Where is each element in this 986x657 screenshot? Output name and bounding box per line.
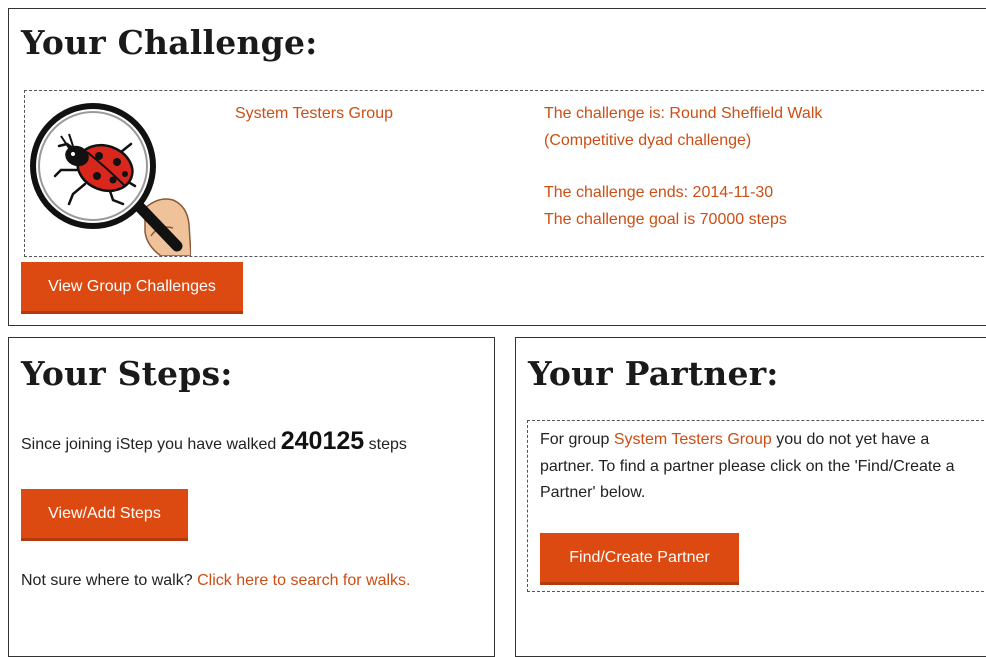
partner-panel: Your Partner: For group System Testers G… bbox=[515, 337, 986, 657]
challenge-ends-line: The challenge ends: 2014-11-30 bbox=[544, 184, 774, 201]
partner-group-link[interactable]: System Testers Group bbox=[614, 431, 772, 448]
steps-panel: Your Steps: Since joining iStep you have… bbox=[8, 337, 495, 657]
partner-text-before: For group bbox=[540, 431, 610, 448]
challenge-group-name[interactable]: System Testers Group bbox=[235, 101, 393, 127]
walk-search-line: Not sure where to walk? Click here to se… bbox=[21, 568, 411, 594]
walk-search-link[interactable]: Click here to search for walks. bbox=[197, 572, 410, 589]
challenge-heading: Your Challenge: bbox=[21, 23, 318, 62]
steps-summary: Since joining iStep you have walked 2401… bbox=[21, 428, 407, 458]
steps-prefix: Since joining iStep you have walked bbox=[21, 436, 277, 453]
challenge-type-line: (Competitive dyad challenge) bbox=[544, 132, 752, 149]
partner-message: For group System Testers Group you do no… bbox=[540, 427, 980, 507]
challenge-panel: Your Challenge: System Testers Group The… bbox=[8, 8, 986, 326]
challenge-details-box: System Testers Group The challenge is: R… bbox=[24, 90, 986, 257]
view-group-challenges-button[interactable]: View Group Challenges bbox=[21, 262, 243, 314]
walk-prompt: Not sure where to walk? bbox=[21, 572, 193, 589]
steps-count: 240125 bbox=[280, 427, 365, 455]
find-create-partner-button[interactable]: Find/Create Partner bbox=[540, 533, 739, 585]
steps-heading: Your Steps: bbox=[21, 354, 233, 393]
ladybird-magnifier-icon bbox=[27, 96, 192, 257]
view-add-steps-button[interactable]: View/Add Steps bbox=[21, 489, 188, 541]
challenge-goal-line: The challenge goal is 70000 steps bbox=[544, 211, 787, 228]
steps-suffix: steps bbox=[368, 436, 407, 453]
partner-heading: Your Partner: bbox=[528, 354, 779, 393]
partner-details-box: For group System Testers Group you do no… bbox=[527, 420, 986, 592]
challenge-name-line: The challenge is: Round Sheffield Walk bbox=[544, 105, 823, 122]
